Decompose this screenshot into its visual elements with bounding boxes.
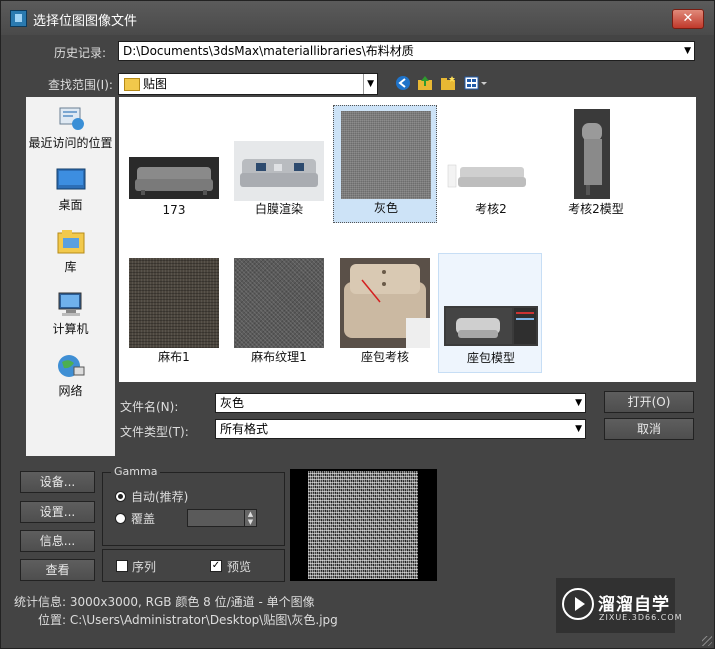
watermark-subtitle: ZIXUE.3D66.COM bbox=[599, 613, 683, 622]
place-recent[interactable]: 最近访问的位置 bbox=[26, 105, 115, 151]
gamma-override-input[interactable] bbox=[187, 509, 245, 527]
gamma-auto-label: 自动(推荐) bbox=[131, 490, 189, 504]
preview-checkbox[interactable]: ✓ bbox=[210, 560, 222, 572]
place-network[interactable]: 网络 bbox=[26, 353, 115, 399]
file-thumbnail bbox=[341, 111, 431, 199]
location-text: 位置: C:\Users\Administrator\Desktop\贴图\灰色… bbox=[38, 613, 338, 627]
open-button[interactable]: 打开(O) bbox=[604, 391, 694, 413]
places-bar: 最近访问的位置 桌面 库 计算机 网络 bbox=[26, 97, 115, 456]
dialog-title: 选择位图图像文件 bbox=[33, 14, 138, 29]
file-item[interactable]: 考核2模型 bbox=[544, 105, 648, 223]
back-icon[interactable] bbox=[395, 75, 411, 91]
cancel-button[interactable]: 取消 bbox=[604, 418, 694, 440]
place-desktop[interactable]: 桌面 bbox=[26, 167, 115, 213]
options-group: 序列 ✓ 预览 bbox=[102, 549, 285, 582]
chevron-down-icon[interactable]: ▼ bbox=[575, 420, 582, 438]
preview-label: 预览 bbox=[227, 560, 252, 574]
new-folder-icon[interactable] bbox=[440, 75, 456, 91]
file-name: 座包模型 bbox=[466, 351, 515, 365]
file-name: 考核2 bbox=[475, 202, 507, 216]
watermark: 溜溜自学 ZIXUE.3D66.COM bbox=[556, 578, 682, 633]
file-thumbnail bbox=[129, 258, 219, 348]
file-item[interactable]: 麻布1 bbox=[122, 253, 226, 371]
close-button[interactable]: ✕ bbox=[672, 9, 704, 29]
chevron-down-icon[interactable]: ▼ bbox=[363, 74, 374, 94]
network-icon bbox=[56, 353, 86, 379]
place-label: 计算机 bbox=[52, 322, 89, 336]
place-label: 桌面 bbox=[58, 198, 83, 212]
file-thumbnail bbox=[234, 258, 324, 348]
file-item-hovered[interactable]: 座包模型 bbox=[438, 253, 542, 373]
view-button[interactable]: 查看 bbox=[20, 559, 95, 581]
lookin-combo[interactable]: 贴图 ▼ bbox=[118, 73, 378, 95]
play-logo-icon bbox=[562, 588, 594, 620]
desktop-icon bbox=[56, 167, 86, 193]
view-menu-icon[interactable] bbox=[464, 75, 488, 91]
gamma-title: Gamma bbox=[111, 465, 161, 478]
file-thumbnail bbox=[234, 141, 324, 201]
gamma-group: Gamma 自动(推荐) 覆盖 ▲ ▼ bbox=[102, 465, 285, 546]
lookin-label: 查找范围(I): bbox=[48, 78, 113, 92]
up-folder-icon[interactable] bbox=[417, 75, 433, 91]
history-value: D:\Documents\3dsMax\materiallibraries\布料… bbox=[123, 44, 414, 58]
file-thumbnail bbox=[574, 109, 610, 199]
image-preview bbox=[290, 469, 437, 581]
libraries-icon bbox=[56, 229, 86, 255]
place-label: 库 bbox=[64, 260, 77, 274]
chevron-down-icon[interactable]: ▼ bbox=[684, 42, 691, 60]
place-computer[interactable]: 计算机 bbox=[26, 291, 115, 337]
file-name: 座包考核 bbox=[360, 350, 409, 364]
place-libraries[interactable]: 库 bbox=[26, 229, 115, 275]
info-button[interactable]: 信息... bbox=[20, 530, 95, 552]
filetype-label: 文件类型(T): bbox=[120, 425, 189, 439]
file-name: 灰色 bbox=[373, 201, 398, 215]
app-icon bbox=[10, 10, 27, 27]
chevron-down-icon[interactable]: ▼ bbox=[575, 394, 582, 412]
sequence-label: 序列 bbox=[132, 560, 157, 574]
filetype-value: 所有格式 bbox=[220, 422, 269, 436]
file-name: 173 bbox=[162, 203, 186, 217]
filename-input[interactable]: 灰色 ▼ bbox=[215, 393, 586, 413]
file-dialog: 选择位图图像文件 ✕ 历史记录: D:\Documents\3dsMax\mat… bbox=[0, 0, 715, 649]
sequence-checkbox[interactable] bbox=[116, 560, 128, 572]
gamma-override-label: 覆盖 bbox=[131, 512, 156, 526]
gamma-override-radio[interactable] bbox=[115, 513, 126, 524]
file-item[interactable]: 麻布纹理1 bbox=[227, 253, 331, 371]
file-list: 173 白膜渲染 灰色 考核2 考核2模型 麻布1 麻布纹理1 座包考核 座包模… bbox=[119, 97, 696, 382]
recent-places-icon bbox=[56, 105, 86, 131]
file-item[interactable]: 173 bbox=[122, 105, 226, 223]
title-bar: 选择位图图像文件 ✕ bbox=[1, 1, 714, 35]
computer-icon bbox=[56, 291, 86, 317]
devices-button[interactable]: 设备... bbox=[20, 471, 95, 493]
file-item[interactable]: 白膜渲染 bbox=[227, 105, 331, 223]
history-label: 历史记录: bbox=[54, 46, 107, 60]
resize-grip-icon[interactable] bbox=[702, 636, 712, 646]
file-name: 白膜渲染 bbox=[254, 202, 303, 216]
file-thumbnail bbox=[444, 306, 538, 346]
file-thumbnail bbox=[129, 157, 219, 199]
history-combo[interactable]: D:\Documents\3dsMax\materiallibraries\布料… bbox=[118, 41, 695, 61]
file-thumbnail bbox=[446, 157, 536, 197]
file-name: 考核2模型 bbox=[568, 202, 624, 216]
lookin-value: 贴图 bbox=[143, 77, 168, 91]
stats-text: 统计信息: 3000x3000, RGB 颜色 8 位/通道 - 单个图像 bbox=[14, 595, 315, 609]
place-label: 最近访问的位置 bbox=[28, 136, 113, 150]
file-name: 麻布纹理1 bbox=[251, 350, 307, 364]
place-label: 网络 bbox=[58, 384, 83, 398]
folder-icon bbox=[124, 78, 140, 91]
preview-texture bbox=[308, 471, 418, 579]
file-name: 麻布1 bbox=[158, 350, 190, 364]
gamma-spinner[interactable]: ▲ ▼ bbox=[244, 509, 257, 527]
filename-value: 灰色 bbox=[220, 396, 245, 410]
file-item[interactable]: 座包考核 bbox=[333, 253, 437, 371]
filetype-select[interactable]: 所有格式 ▼ bbox=[215, 419, 586, 439]
file-item-selected[interactable]: 灰色 bbox=[333, 105, 437, 223]
file-item[interactable]: 考核2 bbox=[439, 105, 543, 223]
setup-button[interactable]: 设置... bbox=[20, 501, 95, 523]
watermark-title: 溜溜自学 bbox=[598, 595, 670, 615]
file-thumbnail bbox=[340, 258, 430, 348]
filename-label: 文件名(N): bbox=[120, 400, 179, 414]
gamma-auto-radio[interactable] bbox=[115, 491, 126, 502]
